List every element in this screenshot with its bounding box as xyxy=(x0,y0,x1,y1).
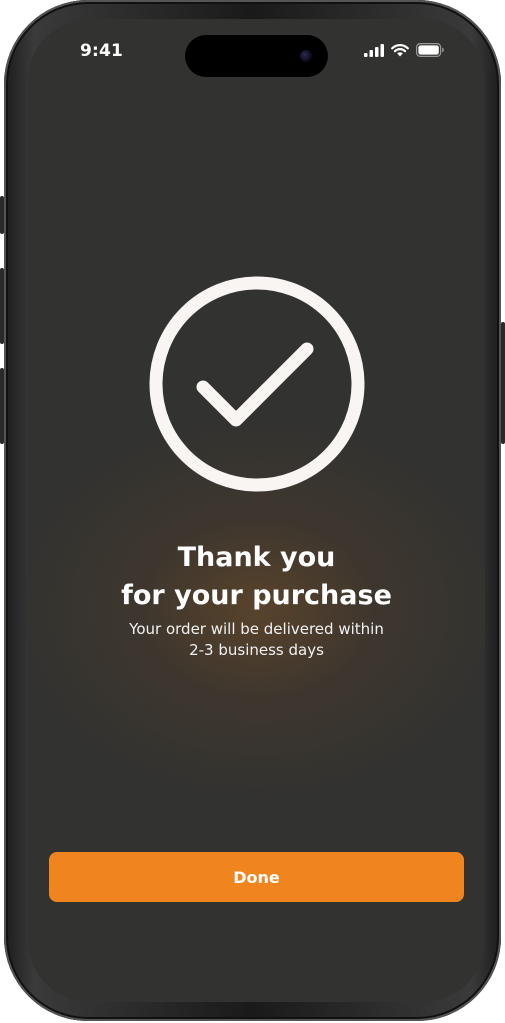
confirmation-message: Your order will be delivered within 2-3 … xyxy=(28,619,485,661)
message-line-2: 2-3 business days xyxy=(189,641,324,659)
app-screen: 9:41 Thank you for your purchase Your or… xyxy=(28,19,485,1002)
purchase-confirmation: Thank you for your purchase Your order w… xyxy=(28,19,485,1002)
confirmation-title: Thank you for your purchase xyxy=(28,539,485,615)
checkmark-circle-icon xyxy=(149,276,365,492)
title-line-1: Thank you xyxy=(177,542,336,573)
message-line-1: Your order will be delivered within xyxy=(129,620,384,638)
phone-frame: 9:41 Thank you for your purchase Your or… xyxy=(0,0,505,1021)
action-button xyxy=(0,196,4,234)
volume-up-button xyxy=(0,268,4,344)
title-line-2: for your purchase xyxy=(121,580,392,611)
success-badge xyxy=(147,274,367,494)
volume-down-button xyxy=(0,368,4,444)
done-button[interactable]: Done xyxy=(49,852,464,902)
power-button xyxy=(501,322,505,444)
